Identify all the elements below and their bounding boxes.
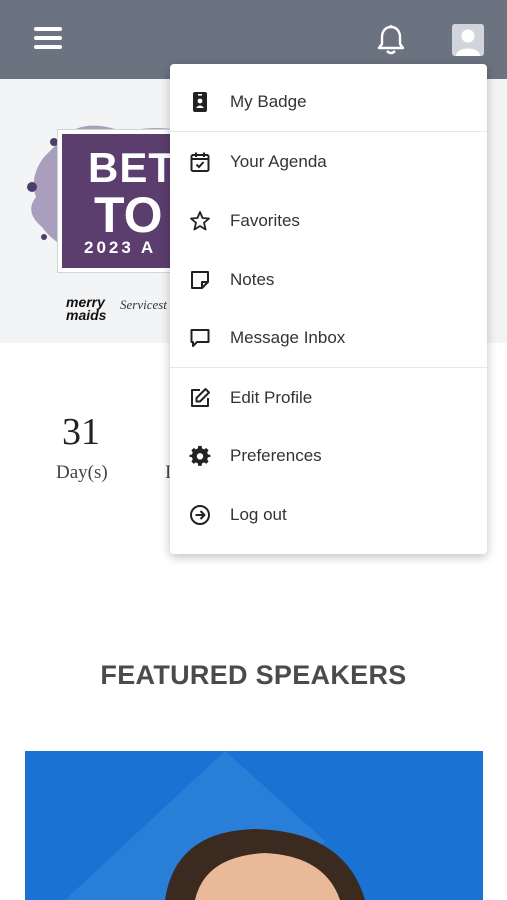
menu-item-label: Message Inbox <box>230 328 346 347</box>
sticky-note-icon <box>191 271 209 289</box>
menu-item-favorites[interactable]: Favorites <box>170 192 487 250</box>
countdown-days-label: Day(s) <box>56 462 108 483</box>
menu-item-edit-profile[interactable]: Edit Profile <box>170 369 487 427</box>
menu-divider <box>170 367 487 368</box>
menu-item-your-agenda[interactable]: Your Agenda <box>170 133 487 191</box>
badge-icon <box>193 92 207 112</box>
menu-item-preferences[interactable]: Preferences <box>170 427 487 485</box>
speaker-photo <box>25 751 483 900</box>
menu-item-message-inbox[interactable]: Message Inbox <box>170 309 487 367</box>
bell-icon[interactable] <box>376 24 406 56</box>
logout-icon <box>190 505 210 525</box>
featured-speakers-heading: FEATURED SPEAKERS <box>100 660 407 690</box>
user-avatar-icon[interactable] <box>452 24 484 56</box>
message-icon <box>190 329 210 347</box>
menu-item-label: Favorites <box>230 211 300 230</box>
sponsor-logo-servicemaster: Servicest <box>120 297 167 312</box>
menu-item-log-out[interactable]: Log out <box>170 486 487 544</box>
menu-item-label: My Badge <box>230 92 307 111</box>
menu-item-label: Your Agenda <box>230 152 327 171</box>
menu-item-label: Preferences <box>230 446 322 465</box>
gear-icon <box>189 445 211 466</box>
sponsor-logo-merry-maids: merry maids <box>66 294 107 323</box>
calendar-check-icon <box>190 152 210 172</box>
hamburger-icon[interactable] <box>34 27 62 53</box>
star-icon <box>190 211 210 231</box>
menu-item-label: Edit Profile <box>230 388 313 407</box>
edit-icon <box>191 388 210 407</box>
menu-item-label: Notes <box>230 270 275 289</box>
speaker-card[interactable] <box>25 751 483 900</box>
menu-item-label: Log out <box>230 505 287 524</box>
menu-item-my-badge[interactable]: My Badge <box>170 73 487 131</box>
countdown-days-value: 31 <box>62 411 100 453</box>
user-dropdown-menu: My Badge Your Agenda Favorites Notes Mes… <box>170 64 487 554</box>
menu-divider <box>170 131 487 132</box>
logo-text-line2: TO <box>94 187 163 243</box>
menu-item-notes[interactable]: Notes <box>170 251 487 309</box>
logo-text-line3: 2023 A <box>84 238 157 257</box>
